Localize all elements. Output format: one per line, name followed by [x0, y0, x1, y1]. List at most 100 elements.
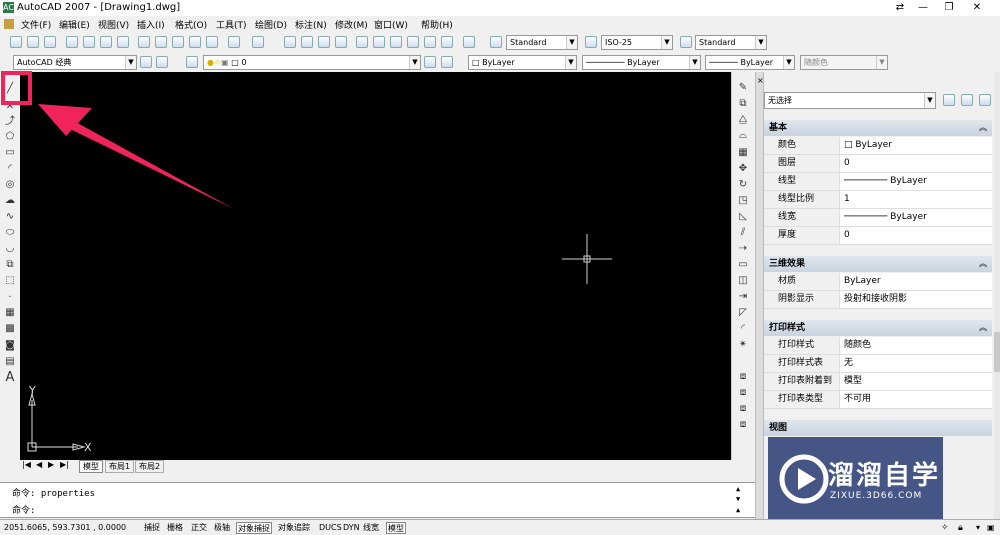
point-icon[interactable]: · — [2, 291, 18, 305]
zoom-previous-icon[interactable] — [335, 36, 347, 48]
prop-row-plot-type[interactable]: 打印表类型 不可用 — [764, 391, 992, 409]
otrack-toggle[interactable]: 对象追踪 — [277, 522, 311, 534]
erase-icon[interactable]: ✎ — [735, 81, 751, 95]
document-icon[interactable] — [4, 19, 14, 29]
stretch-icon[interactable]: ◺ — [735, 210, 751, 224]
match-properties-icon[interactable] — [189, 36, 201, 48]
rotate-icon[interactable]: ↻ — [735, 178, 751, 192]
paste-icon[interactable] — [172, 36, 184, 48]
section-view[interactable]: 视图 — [764, 420, 992, 436]
copy-icon[interactable] — [155, 36, 167, 48]
save-workspace-icon[interactable] — [156, 56, 168, 68]
prop-row-linetype-scale[interactable]: 线型比例 1 — [764, 191, 992, 209]
menu-window[interactable]: 窗口(W) — [374, 18, 408, 31]
send-under-icon[interactable]: ⧈ — [735, 418, 751, 432]
close-icon[interactable]: × — [757, 76, 764, 85]
polygon-icon[interactable]: ⬠ — [2, 130, 18, 144]
menu-format[interactable]: 格式(O) — [175, 18, 207, 31]
undo-icon[interactable] — [228, 36, 240, 48]
publish-icon[interactable] — [100, 36, 112, 48]
tab-layout1[interactable]: 布局1 — [105, 460, 135, 473]
save-icon[interactable] — [44, 36, 56, 48]
menu-edit[interactable]: 编辑(E) — [59, 18, 90, 31]
help-icon[interactable] — [463, 36, 475, 48]
maximize-button[interactable]: ❐ — [936, 1, 962, 15]
ellipse-icon[interactable]: ⬭ — [2, 226, 18, 240]
insert-block-icon[interactable]: ⧉ — [2, 258, 18, 272]
rectangle-icon[interactable]: ▭ — [2, 146, 18, 160]
autocad-app-icon[interactable]: AC — [3, 2, 14, 13]
design-center-icon[interactable] — [373, 36, 385, 48]
draw-order-back-icon[interactable]: ⧈ — [735, 386, 751, 400]
prop-row-thickness[interactable]: 厚度 0 — [764, 227, 992, 245]
gradient-icon[interactable]: ▩ — [2, 322, 18, 336]
tab-layout2[interactable]: 布局2 — [135, 460, 165, 473]
break-icon[interactable]: ◫ — [735, 274, 751, 288]
table-icon[interactable]: ▤ — [2, 355, 18, 369]
osnap-toggle[interactable]: 对象捕捉 — [236, 522, 272, 534]
text-style-select[interactable]: Standard ▼ — [506, 35, 578, 50]
menu-view[interactable]: 视图(V) — [98, 18, 129, 31]
tab-nav-next-icon[interactable]: ▶ — [48, 460, 54, 469]
quick-select-icon[interactable] — [979, 94, 991, 106]
layer-manager-icon[interactable] — [186, 56, 198, 68]
tab-model[interactable]: 模型 — [79, 460, 103, 473]
section-plot-style[interactable]: 打印样式 ︽ — [764, 320, 992, 336]
copy-object-icon[interactable]: ⧉ — [735, 97, 751, 111]
ortho-toggle[interactable]: 正交 — [190, 522, 208, 534]
prop-row-shadow[interactable]: 阴影显示 投射和接收阴影 — [764, 291, 992, 309]
lineweight-toggle[interactable]: 线宽 — [362, 522, 380, 534]
dyn-toggle[interactable]: DYN — [342, 522, 361, 534]
ducs-toggle[interactable]: DUCS — [318, 522, 343, 534]
circle-icon[interactable]: ◎ — [2, 178, 18, 192]
ellipse-arc-icon[interactable]: ◡ — [2, 242, 18, 256]
layer-select[interactable]: ●☼▣ □ 0 ▼ — [203, 55, 421, 70]
menu-help[interactable]: 帮助(H) — [421, 18, 453, 31]
new-icon[interactable] — [10, 36, 22, 48]
quickcalc-icon[interactable] — [441, 36, 453, 48]
chevron-down-icon[interactable]: ▾ — [975, 522, 981, 534]
spline-icon[interactable]: ∿ — [2, 210, 18, 224]
collapse-icon[interactable]: ︽ — [979, 120, 987, 136]
table-style-icon[interactable] — [680, 36, 692, 48]
menu-dimension[interactable]: 标注(N) — [295, 18, 327, 31]
layer-previous-icon[interactable] — [441, 56, 453, 68]
tab-nav-last-icon[interactable]: ▶| — [60, 460, 69, 469]
trim-icon[interactable]: ⫽ — [735, 226, 751, 240]
model-toggle[interactable]: 模型 — [386, 522, 406, 534]
markup-icon[interactable] — [424, 36, 436, 48]
snap-toggle[interactable]: 捕捉 — [143, 522, 161, 534]
table-style-select[interactable]: Standard ▼ — [695, 35, 767, 50]
revision-cloud-icon[interactable]: ☁ — [2, 194, 18, 208]
selection-select[interactable]: 无选择 ▼ — [764, 92, 936, 109]
menu-insert[interactable]: 插入(I) — [137, 18, 165, 31]
zoom-realtime-icon[interactable] — [301, 36, 313, 48]
tool-palettes-icon[interactable] — [390, 36, 402, 48]
prop-row-plot-table[interactable]: 打印样式表无 — [764, 355, 992, 373]
fillet-icon[interactable]: ◜ — [735, 322, 751, 336]
communication-center-icon[interactable]: ✧ — [940, 522, 950, 534]
block-editor-icon[interactable] — [206, 36, 218, 48]
section-basic[interactable]: 基本 ︽ — [764, 120, 992, 136]
prop-row-plot-style[interactable]: 打印样式 随颜色 — [764, 337, 992, 355]
line-icon[interactable]: ╱ — [2, 82, 18, 96]
linetype-select[interactable]: ──────── ByLayer ▼ — [582, 55, 701, 70]
prop-row-plot-attached[interactable]: 打印表附着到 模型 — [764, 373, 992, 391]
cut-icon[interactable] — [138, 36, 150, 48]
command-prompt[interactable]: 命令: — [12, 503, 35, 516]
scroll-down-icon[interactable]: ▼ — [736, 495, 740, 503]
menu-tools[interactable]: 工具(T) — [216, 18, 247, 31]
polyline-icon[interactable]: ⤴ — [2, 115, 18, 129]
menu-file[interactable]: 文件(F) — [21, 18, 51, 31]
3d-dwf-icon[interactable] — [117, 36, 129, 48]
minimize-button[interactable]: — — [910, 1, 936, 15]
workspace-settings-icon[interactable] — [140, 56, 152, 68]
collapse-icon[interactable]: ︽ — [979, 256, 987, 272]
prop-row-linetype[interactable]: 线型 ──────── ByLayer — [764, 173, 992, 191]
prop-row-layer[interactable]: 图层 0 — [764, 155, 992, 173]
extend-icon[interactable]: ⇢ — [735, 242, 751, 256]
command-window[interactable]: 命令: properties 命令: ▲ ▼ ▲ — [0, 482, 755, 518]
construction-line-icon[interactable]: ✕ — [2, 100, 18, 114]
palette-scrollbar[interactable] — [994, 72, 1000, 523]
redo-icon[interactable] — [252, 36, 264, 48]
